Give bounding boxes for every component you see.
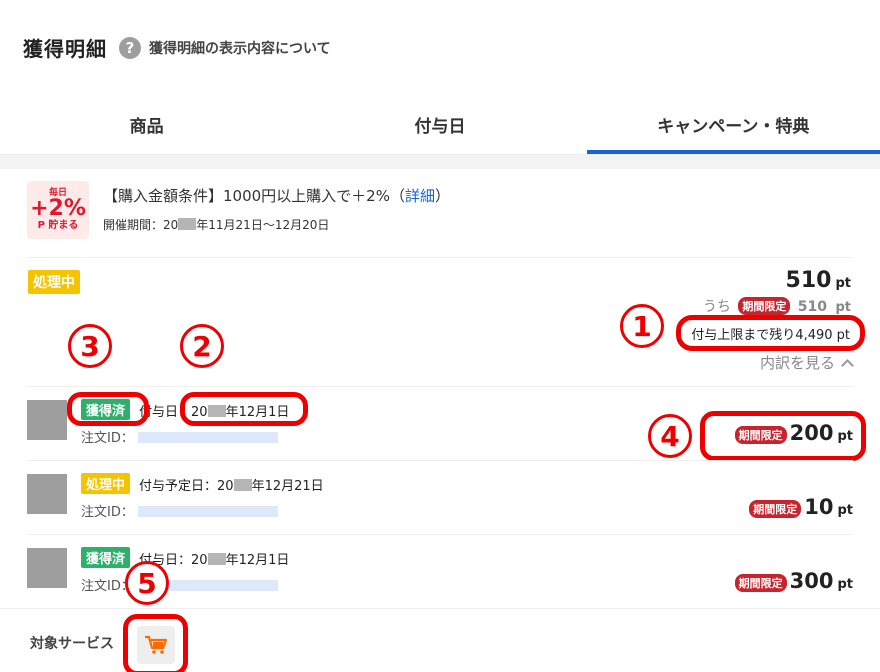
limited-tag: 期間限定 bbox=[749, 500, 802, 518]
target-service-label: 対象サービス bbox=[30, 636, 114, 652]
redacted-order-id bbox=[137, 506, 278, 517]
campaign-badge-image: 毎日 +2% P 貯まる bbox=[27, 181, 89, 239]
redacted-mask bbox=[178, 218, 197, 230]
campaign-detail-link[interactable]: 詳細 bbox=[405, 187, 435, 205]
list-item: 処理中 付与予定日：20 年12月21日 注文ID： 期間限定 10 pt bbox=[27, 460, 853, 534]
status-badge: 処理中 bbox=[81, 473, 131, 494]
shopping-cart-icon[interactable] bbox=[144, 635, 168, 655]
campaign-header: 毎日 +2% P 貯まる 【購入金額条件】1000円以上購入で＋2%（詳細） 開… bbox=[0, 169, 880, 257]
tab-campaign[interactable]: キャンペーン・特典 bbox=[586, 95, 880, 154]
highlight-points bbox=[700, 411, 866, 461]
help-link[interactable]: ? 獲得明細の表示内容について bbox=[119, 36, 331, 59]
tab-bar: 商品 付与日 キャンペーン・特典 bbox=[0, 95, 880, 155]
tab-product[interactable]: 商品 bbox=[0, 95, 293, 154]
product-thumbnail bbox=[27, 474, 67, 514]
item-points: 期間限定 300 pt bbox=[732, 569, 853, 593]
status-badge: 処理中 bbox=[28, 270, 80, 294]
campaign-info: 【購入金額条件】1000円以上購入で＋2%（詳細） 開催期間：20 年11月21日… bbox=[103, 181, 450, 257]
total-points: 510 pt bbox=[785, 268, 851, 293]
grant-date: 付与日：20 年12月1日 bbox=[139, 553, 290, 568]
campaign-period: 開催期間：20 年11月21日〜12月20日 bbox=[103, 218, 330, 232]
order-id: 注文ID： bbox=[81, 575, 278, 594]
annotation-5: 5 bbox=[125, 561, 169, 605]
breakdown-toggle[interactable]: 内訳を見る bbox=[760, 352, 854, 373]
limited-tag: 期間限定 bbox=[738, 297, 791, 315]
question-icon[interactable]: ? bbox=[119, 36, 141, 59]
order-id: 注文ID： bbox=[81, 427, 278, 446]
limited-points-line: うち 期間限定 510 pt bbox=[702, 297, 851, 315]
tab-grant-date[interactable]: 付与日 bbox=[293, 95, 586, 154]
redacted-order-id bbox=[137, 432, 278, 443]
points-summary: 処理中 510 pt うち 期間限定 510 pt 付与上限まで残り4,490 p… bbox=[0, 258, 880, 386]
highlight-status bbox=[67, 392, 149, 426]
annotation-1: 1 bbox=[620, 304, 664, 348]
list-item: 獲得済 付与日：20 年12月1日 注文ID： 期間限定 300 pt 5 bbox=[27, 534, 853, 608]
chevron-up-icon[interactable] bbox=[841, 359, 854, 372]
annotation-2: 2 bbox=[180, 324, 224, 368]
page-title: 獲得明細 bbox=[23, 37, 107, 61]
highlight-date bbox=[180, 392, 308, 426]
campaign-title: 【購入金額条件】1000円以上購入で＋2%（詳細） bbox=[103, 187, 451, 205]
target-service: 対象サービス bbox=[0, 608, 880, 672]
service-link[interactable] bbox=[136, 626, 175, 664]
highlight-service bbox=[123, 614, 188, 672]
redacted-mask bbox=[207, 553, 226, 565]
product-thumbnail bbox=[27, 548, 67, 588]
page-header: 獲得明細 ? 獲得明細の表示内容について bbox=[0, 0, 880, 95]
annotation-3: 3 bbox=[68, 324, 112, 368]
product-thumbnail bbox=[27, 400, 67, 440]
redacted-mask bbox=[233, 479, 252, 491]
annotation-4: 4 bbox=[648, 414, 692, 458]
remaining-limit-box: 付与上限まで残り4,490 pt bbox=[676, 315, 865, 351]
section-gap bbox=[0, 155, 880, 169]
item-points: 期間限定 10 pt bbox=[746, 495, 853, 519]
help-link-label[interactable]: 獲得明細の表示内容について bbox=[149, 38, 331, 58]
grant-date: 付与予定日：20 年12月21日 bbox=[139, 479, 324, 494]
list-item: 獲得済 付与日：20 年12月1日 注文ID： 期間限定 200 pt 4 bbox=[27, 386, 866, 461]
status-badge: 獲得済 bbox=[81, 547, 131, 568]
limited-tag: 期間限定 bbox=[734, 574, 787, 592]
order-id: 注文ID： bbox=[81, 501, 278, 520]
